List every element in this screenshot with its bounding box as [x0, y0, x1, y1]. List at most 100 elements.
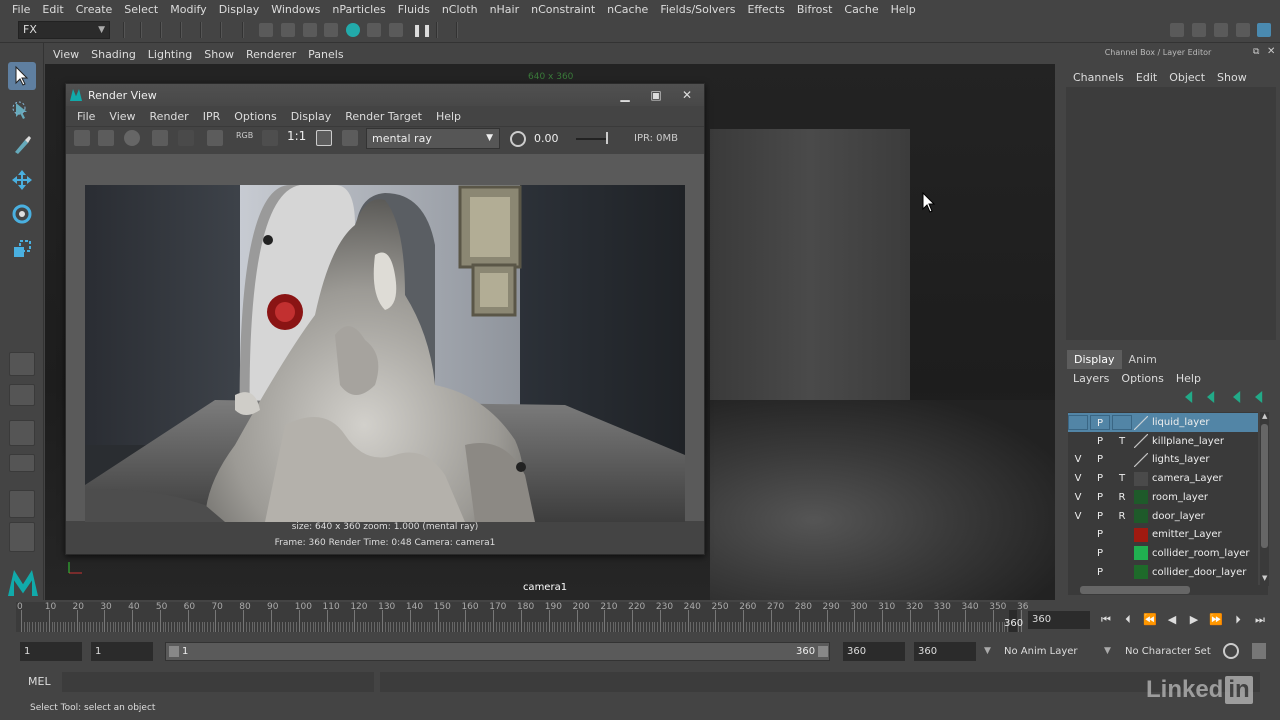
real-size-button[interactable]: 1:1 — [287, 129, 306, 143]
single-perspective-layout-icon[interactable] — [9, 352, 35, 376]
menu-help[interactable]: Help — [885, 3, 922, 16]
layer-color-swatch[interactable] — [1134, 415, 1148, 430]
auto-key-icon[interactable] — [1223, 643, 1239, 659]
layer-row[interactable]: Pcollider_room_layer — [1068, 544, 1258, 563]
animation-end-field[interactable]: 360 — [914, 642, 976, 661]
script-language-label[interactable]: MEL — [28, 675, 51, 688]
tool-settings-icon[interactable] — [1236, 23, 1250, 37]
viewport-menu-shading[interactable]: Shading — [85, 48, 142, 61]
layer-p-toggle[interactable]: P — [1090, 490, 1110, 505]
rgb-channel-icon[interactable]: RGB — [236, 131, 253, 140]
preferences-icon[interactable] — [1252, 643, 1266, 659]
layer-color-swatch[interactable] — [1134, 452, 1148, 467]
layer-color-swatch[interactable] — [1134, 434, 1148, 449]
layer-row[interactable]: Pemitter_Layer — [1068, 525, 1258, 544]
move-layer-down-icon[interactable] — [1207, 391, 1215, 403]
render-sequence-icon[interactable] — [281, 23, 295, 37]
new-layer-icon[interactable] — [1233, 391, 1241, 403]
layer-color-swatch[interactable] — [1134, 490, 1148, 505]
viewport-menu-show[interactable]: Show — [198, 48, 240, 61]
layer-t-toggle[interactable] — [1112, 546, 1132, 561]
time-slider-track[interactable]: 0 10 20 30 40 50 60 70 80 90 100 110 120 130 140 150 160… — [16, 602, 1028, 632]
chevron-down-icon[interactable]: ▼ — [1104, 642, 1111, 661]
layer-row[interactable]: Pcollider_door_layer — [1068, 563, 1258, 582]
channel-menu-edit[interactable]: Edit — [1130, 71, 1163, 84]
render-view-titlebar[interactable]: Render View — [66, 84, 704, 106]
channel-box-icon[interactable] — [1257, 23, 1271, 37]
render-settings-icon[interactable] — [207, 130, 223, 146]
new-layer-selected-icon[interactable] — [1255, 391, 1263, 403]
menu-windows[interactable]: Windows — [265, 3, 326, 16]
menu-ncloth[interactable]: nCloth — [436, 3, 484, 16]
playback-start-field[interactable]: 1 — [91, 642, 153, 661]
menu-nconstraint[interactable]: nConstraint — [525, 3, 601, 16]
layer-row[interactable]: V Plights_layer — [1068, 450, 1258, 469]
menu-ncache[interactable]: nCache — [601, 3, 654, 16]
layer-v-toggle[interactable]: V — [1068, 490, 1088, 505]
redo-render-icon[interactable] — [74, 130, 90, 146]
layer-t-toggle[interactable]: R — [1112, 509, 1132, 524]
go-to-end-icon[interactable]: ⏭ — [1252, 612, 1268, 628]
layer-color-swatch[interactable] — [1134, 471, 1148, 486]
scroll-down-icon[interactable]: ▼ — [1262, 574, 1267, 582]
layer-row[interactable]: V P Rroom_layer — [1068, 488, 1258, 507]
anim-layer-dropdown[interactable]: No Anim Layer — [1004, 642, 1078, 661]
render-menu-display[interactable]: Display — [284, 110, 339, 123]
viewport-menu-renderer[interactable]: Renderer — [240, 48, 302, 61]
close-icon[interactable]: ✕ — [678, 87, 696, 103]
animation-start-field[interactable]: 1 — [20, 642, 82, 661]
render-menu-render[interactable]: Render — [143, 110, 196, 123]
layer-list-scrollbar[interactable] — [1260, 412, 1269, 586]
tab-display[interactable]: Display — [1067, 350, 1122, 369]
layer-p-toggle[interactable]: P — [1090, 527, 1110, 542]
layer-p-toggle[interactable]: P — [1090, 509, 1110, 524]
menu-effects[interactable]: Effects — [741, 3, 790, 16]
layer-v-toggle[interactable] — [1068, 546, 1088, 561]
exposure-field[interactable]: 0.00 — [534, 129, 574, 148]
step-back-key-icon[interactable]: ⏪ — [1142, 612, 1158, 628]
ipr-render-icon[interactable] — [303, 23, 317, 37]
keep-image-icon[interactable] — [316, 130, 332, 146]
exposure-slider[interactable] — [576, 138, 606, 140]
paint-select-tool-icon[interactable] — [8, 131, 36, 159]
maximize-icon[interactable]: ▣ — [647, 87, 665, 103]
viewport-menu-view[interactable]: View — [47, 48, 85, 61]
snapshot-icon[interactable] — [124, 130, 140, 146]
layer-p-toggle[interactable]: P — [1090, 415, 1110, 430]
render-menu-render-target[interactable]: Render Target — [338, 110, 429, 123]
menu-select[interactable]: Select — [118, 3, 164, 16]
current-time-field[interactable]: 360 — [1028, 611, 1090, 629]
layer-t-toggle[interactable] — [1112, 415, 1132, 430]
viewport-menu-panels[interactable]: Panels — [302, 48, 349, 61]
move-layer-up-icon[interactable] — [1185, 391, 1193, 403]
outliner-layout-icon[interactable] — [9, 522, 35, 552]
modeling-toolkit-icon[interactable] — [1170, 23, 1184, 37]
hypershade-icon[interactable] — [346, 23, 360, 37]
refresh-ipr-icon[interactable] — [178, 130, 194, 146]
minimize-icon[interactable]: ▁ — [616, 87, 634, 103]
render-view-icon[interactable] — [367, 23, 381, 37]
layer-t-toggle[interactable]: T — [1112, 434, 1132, 449]
step-forward-frame-icon[interactable]: ⏵ — [1230, 612, 1246, 628]
layer-p-toggle[interactable]: P — [1090, 434, 1110, 449]
layer-v-toggle[interactable] — [1068, 527, 1088, 542]
render-menu-help[interactable]: Help — [429, 110, 468, 123]
four-view-layout-icon[interactable] — [9, 384, 35, 406]
step-back-frame-icon[interactable]: ⏴ — [1120, 612, 1136, 628]
layer-t-toggle[interactable] — [1112, 452, 1132, 467]
play-forwards-icon[interactable]: ▶ — [1186, 612, 1202, 628]
hypershade-layout-icon[interactable] — [9, 490, 35, 518]
layer-color-swatch[interactable] — [1134, 509, 1148, 523]
scale-tool-icon[interactable] — [8, 235, 36, 263]
layer-p-toggle[interactable]: P — [1090, 471, 1110, 486]
play-backwards-icon[interactable]: ◀ — [1164, 612, 1180, 628]
layer-color-swatch[interactable] — [1134, 527, 1148, 542]
render-menu-ipr[interactable]: IPR — [196, 110, 228, 123]
render-region-icon[interactable] — [98, 130, 114, 146]
pause-icon[interactable]: ❚❚ — [412, 23, 432, 37]
character-set-dropdown[interactable]: No Character Set — [1125, 642, 1211, 661]
layer-t-toggle[interactable] — [1112, 565, 1132, 580]
pause-ipr-icon[interactable] — [389, 23, 403, 37]
layer-row[interactable]: Pliquid_layer — [1068, 413, 1258, 432]
layer-row[interactable]: P Tkillplane_layer — [1068, 432, 1258, 451]
